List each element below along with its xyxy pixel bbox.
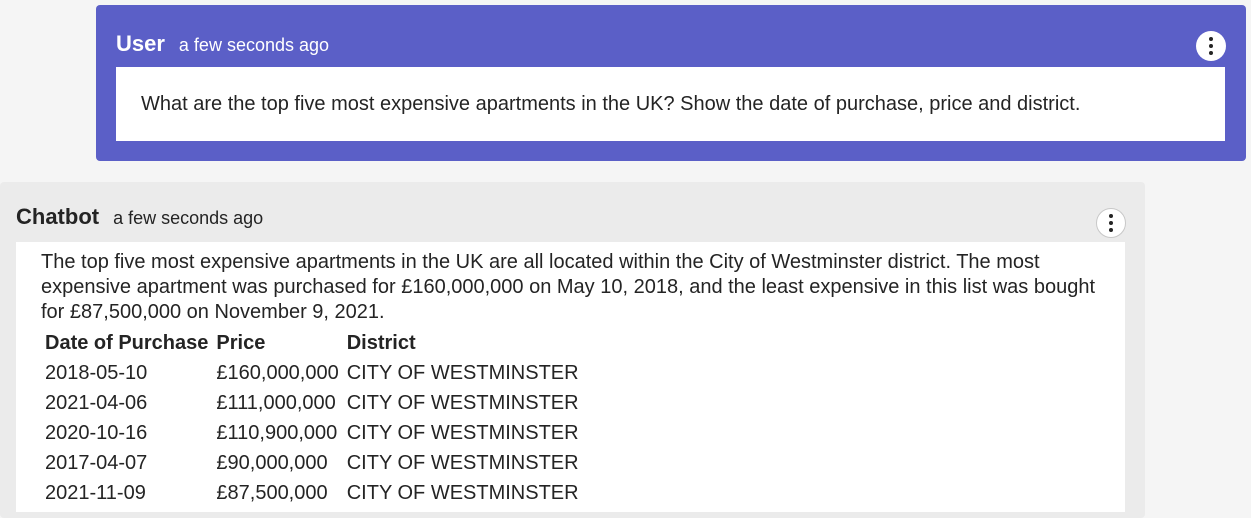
results-table: Date of Purchase Price District 2018-05-… [41,328,583,508]
cell-date: 2020-10-16 [45,421,148,444]
user-message-card: User a few seconds ago What are the top … [96,5,1246,161]
cell-price: £110,900,000 [216,421,338,444]
cell-price: £111,000,000 [216,391,336,414]
bot-more-options-button[interactable] [1096,208,1126,238]
bot-message-text: The top five most expensive apartments i… [41,251,1096,323]
user-message-header: User a few seconds ago [116,31,329,57]
column-header-district: District [346,331,416,354]
user-message-timestamp: a few seconds ago [178,35,330,55]
cell-date: 2017-04-07 [45,451,148,474]
cell-district: CITY OF WESTMINSTER [346,391,579,414]
column-header-date: Date of Purchase [45,331,209,354]
cell-district: CITY OF WESTMINSTER [346,421,579,444]
user-more-options-button[interactable] [1196,31,1226,61]
table-row: 2020-10-16 £110,900,000 CITY OF WESTMINS… [41,418,583,448]
cell-price: £90,000,000 [216,451,328,474]
user-message-text: What are the top five most expensive apa… [141,92,1081,115]
more-vertical-icon-dot [1209,44,1213,48]
more-vertical-icon-dot [1209,51,1213,55]
bot-message-timestamp: a few seconds ago [113,208,264,228]
bot-author-name: Chatbot [16,204,100,229]
table-row: 2017-04-07 £90,000,000 CITY OF WESTMINST… [41,448,583,478]
more-vertical-icon-dot [1109,221,1113,225]
table-header-row: Date of Purchase Price District [41,328,583,358]
bot-message-header: Chatbot a few seconds ago [16,204,263,230]
column-header-price: Price [216,331,266,354]
cell-date: 2021-04-06 [45,391,148,414]
more-vertical-icon-dot [1109,228,1113,232]
user-message-body: What are the top five most expensive apa… [116,67,1225,141]
cell-date: 2018-05-10 [45,361,148,384]
table-row: 2021-11-09 £87,500,000 CITY OF WESTMINST… [41,478,583,508]
more-vertical-icon [1109,214,1113,218]
bot-message-body: The top five most expensive apartments i… [16,242,1125,512]
cell-district: CITY OF WESTMINSTER [346,451,579,474]
more-vertical-icon [1209,37,1213,41]
bot-message-card: Chatbot a few seconds ago The top five m… [0,182,1145,518]
cell-district: CITY OF WESTMINSTER [346,481,579,504]
cell-price: £160,000,000 [216,361,339,384]
table-row: 2021-04-06 £111,000,000 CITY OF WESTMINS… [41,388,583,418]
table-row: 2018-05-10 £160,000,000 CITY OF WESTMINS… [41,358,583,388]
cell-district: CITY OF WESTMINSTER [346,361,579,384]
cell-date: 2021-11-09 [45,481,146,504]
user-author-name: User [116,31,165,56]
cell-price: £87,500,000 [216,481,328,504]
